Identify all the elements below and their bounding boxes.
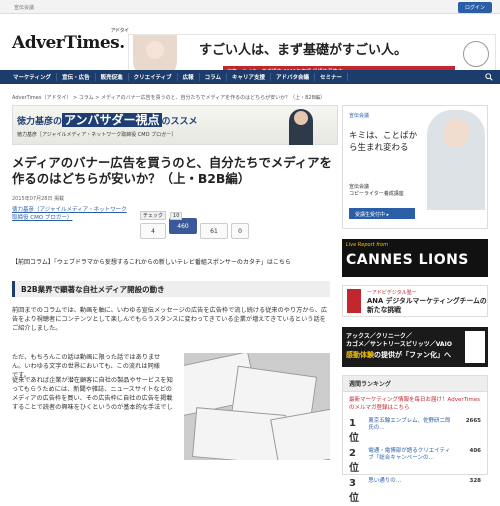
search-icon[interactable] [484, 73, 494, 81]
main-nav: マーケティング 宣伝・広告 販売促進 クリエイティブ 広報 コラム キャリア支援… [0, 70, 500, 84]
sidebar: 宣伝会議 キミは、ことばから生まれ変わる 宣伝会議 コピーライター養成講座 受講生… [342, 105, 488, 504]
pen-icon [463, 41, 489, 67]
author-photo [289, 109, 313, 145]
nav-item-column[interactable]: コラム [200, 73, 228, 81]
fan-experience-banner[interactable]: アックス／クリニーク／ カゴメ／サントリースピリッツ／VAIO 感動体験の提供が… [342, 327, 488, 367]
share-count-b[interactable]: 4 [140, 223, 166, 239]
nav-item-marketing[interactable]: マーケティング [8, 73, 58, 81]
facebook-like-button[interactable]: 460 [169, 218, 197, 234]
article-column: 徳力基彦の アンバサダー視点 のススメ 徳力基彦［アジャイルメディア・ネットワーク取… [12, 105, 338, 460]
header: AdverTimes.アドタイ すごい人は、まず基礎がすごい人。 編集・ライター… [0, 14, 500, 80]
previous-column-link[interactable]: 【前回コラム】「ウェブドラマから妄想するこれからの新しいテレビ番組スポンサーのカ… [12, 257, 291, 266]
ana-logo-icon [347, 289, 361, 313]
site-logo[interactable]: AdverTimes. アドタイ [12, 28, 129, 53]
nav-item-career[interactable]: キャリア支援 [227, 73, 272, 81]
social-share-bar: チェック 10 4 460 61 0 [140, 211, 336, 239]
series-banner-subtitle: 徳力基彦［アジャイルメディア・ネットワーク取締役 CMO ブロガー］ [17, 132, 177, 138]
ranking-row[interactable]: 3位 思い通りの… 328 [343, 476, 487, 506]
nav-item-creative[interactable]: クリエイティブ [129, 73, 178, 81]
breadcrumb[interactable]: AdverTimes（アドタイ） > コラム > メディアのバナー広告を買うのと… [12, 94, 325, 101]
share-count-c[interactable]: 61 [200, 223, 228, 239]
ad-brand: 宣伝会議 [349, 113, 370, 119]
share-count: 10 [170, 211, 183, 220]
login-button[interactable]: ログイン [457, 2, 492, 13]
cannes-lions-banner[interactable]: Live Report from CANNES LIONS [342, 239, 488, 277]
copywriter-course-ad[interactable]: 宣伝会議 キミは、ことばから生まれ変わる 宣伝会議 コピーライター養成講座 受講生… [342, 105, 488, 229]
ranking-row[interactable]: 1位 東京五輪エンブレム、佐野研二郎氏の… 2665 [343, 416, 487, 446]
publish-date: 2015年07月28日 掲載 [12, 196, 65, 202]
book-cover-image [465, 331, 485, 363]
nav-item-adbata[interactable]: アドバタ会議 [271, 73, 316, 81]
nav-item-promotion[interactable]: 販売促進 [96, 73, 129, 81]
top-bar: 宣伝会議 ログイン [0, 0, 500, 14]
gplus-button[interactable]: 0 [231, 223, 249, 239]
check-button[interactable]: チェック [140, 211, 167, 220]
ad-org: 宣伝会議 コピーライター養成講座 [349, 184, 404, 197]
nav-item-pr[interactable]: 広報 [178, 73, 200, 81]
ranking-header: 週間ランキング [343, 376, 487, 392]
top-site-link[interactable]: 宣伝会議 [14, 4, 34, 11]
nav-item-ad[interactable]: 宣伝・広告 [57, 73, 96, 81]
nav-item-seminar[interactable]: セミナー [315, 73, 349, 81]
ad-catchcopy: キミは、ことばから生まれ変わる [349, 131, 418, 153]
banner-catchcopy: すごい人は、まず基礎がすごい人。 [199, 43, 408, 58]
ana-banner[interactable]: ーアドビデジタル塾ー ANA デジタルマーケティングチームの新たな挑戦 [342, 285, 488, 317]
section-heading: B2B業界で顕著な自社メディア開設の動き [12, 281, 330, 297]
ranking-row[interactable]: 2位 電通・電博部が語るクリエイティブ「総合キャンペーンの… 406 [343, 446, 487, 476]
series-banner[interactable]: 徳力基彦の アンバサダー視点 のススメ 徳力基彦［アジャイルメディア・ネットワーク取… [12, 105, 338, 145]
article-title: メディアのバナー広告を買うのと、自分たちでメディアを作るのはどちらが安いか？（上… [12, 155, 332, 186]
newspapers-image [184, 353, 330, 460]
ad-apply-button[interactable]: 受講生受付中 ▸ [349, 208, 415, 219]
paragraph-3: 従来であれば企業が潜在顧客に自社の製品やサービスを知ってもらうためには、新聞や雑… [12, 377, 173, 411]
weekly-ranking: 週間ランキング 最新マーケティング情報を毎日お届け！AdverTimesのメルマ… [342, 375, 488, 504]
ad-woman-image [427, 110, 485, 210]
paragraph-1: 前回までのコラムでは、動画を軸に、いわゆる宣伝メッセージの広告を広告枠で流し続け… [12, 307, 328, 332]
newsletter-link[interactable]: 最新マーケティング情報を毎日お届け！AdverTimesのメルマガ登録はこちら [343, 392, 487, 416]
